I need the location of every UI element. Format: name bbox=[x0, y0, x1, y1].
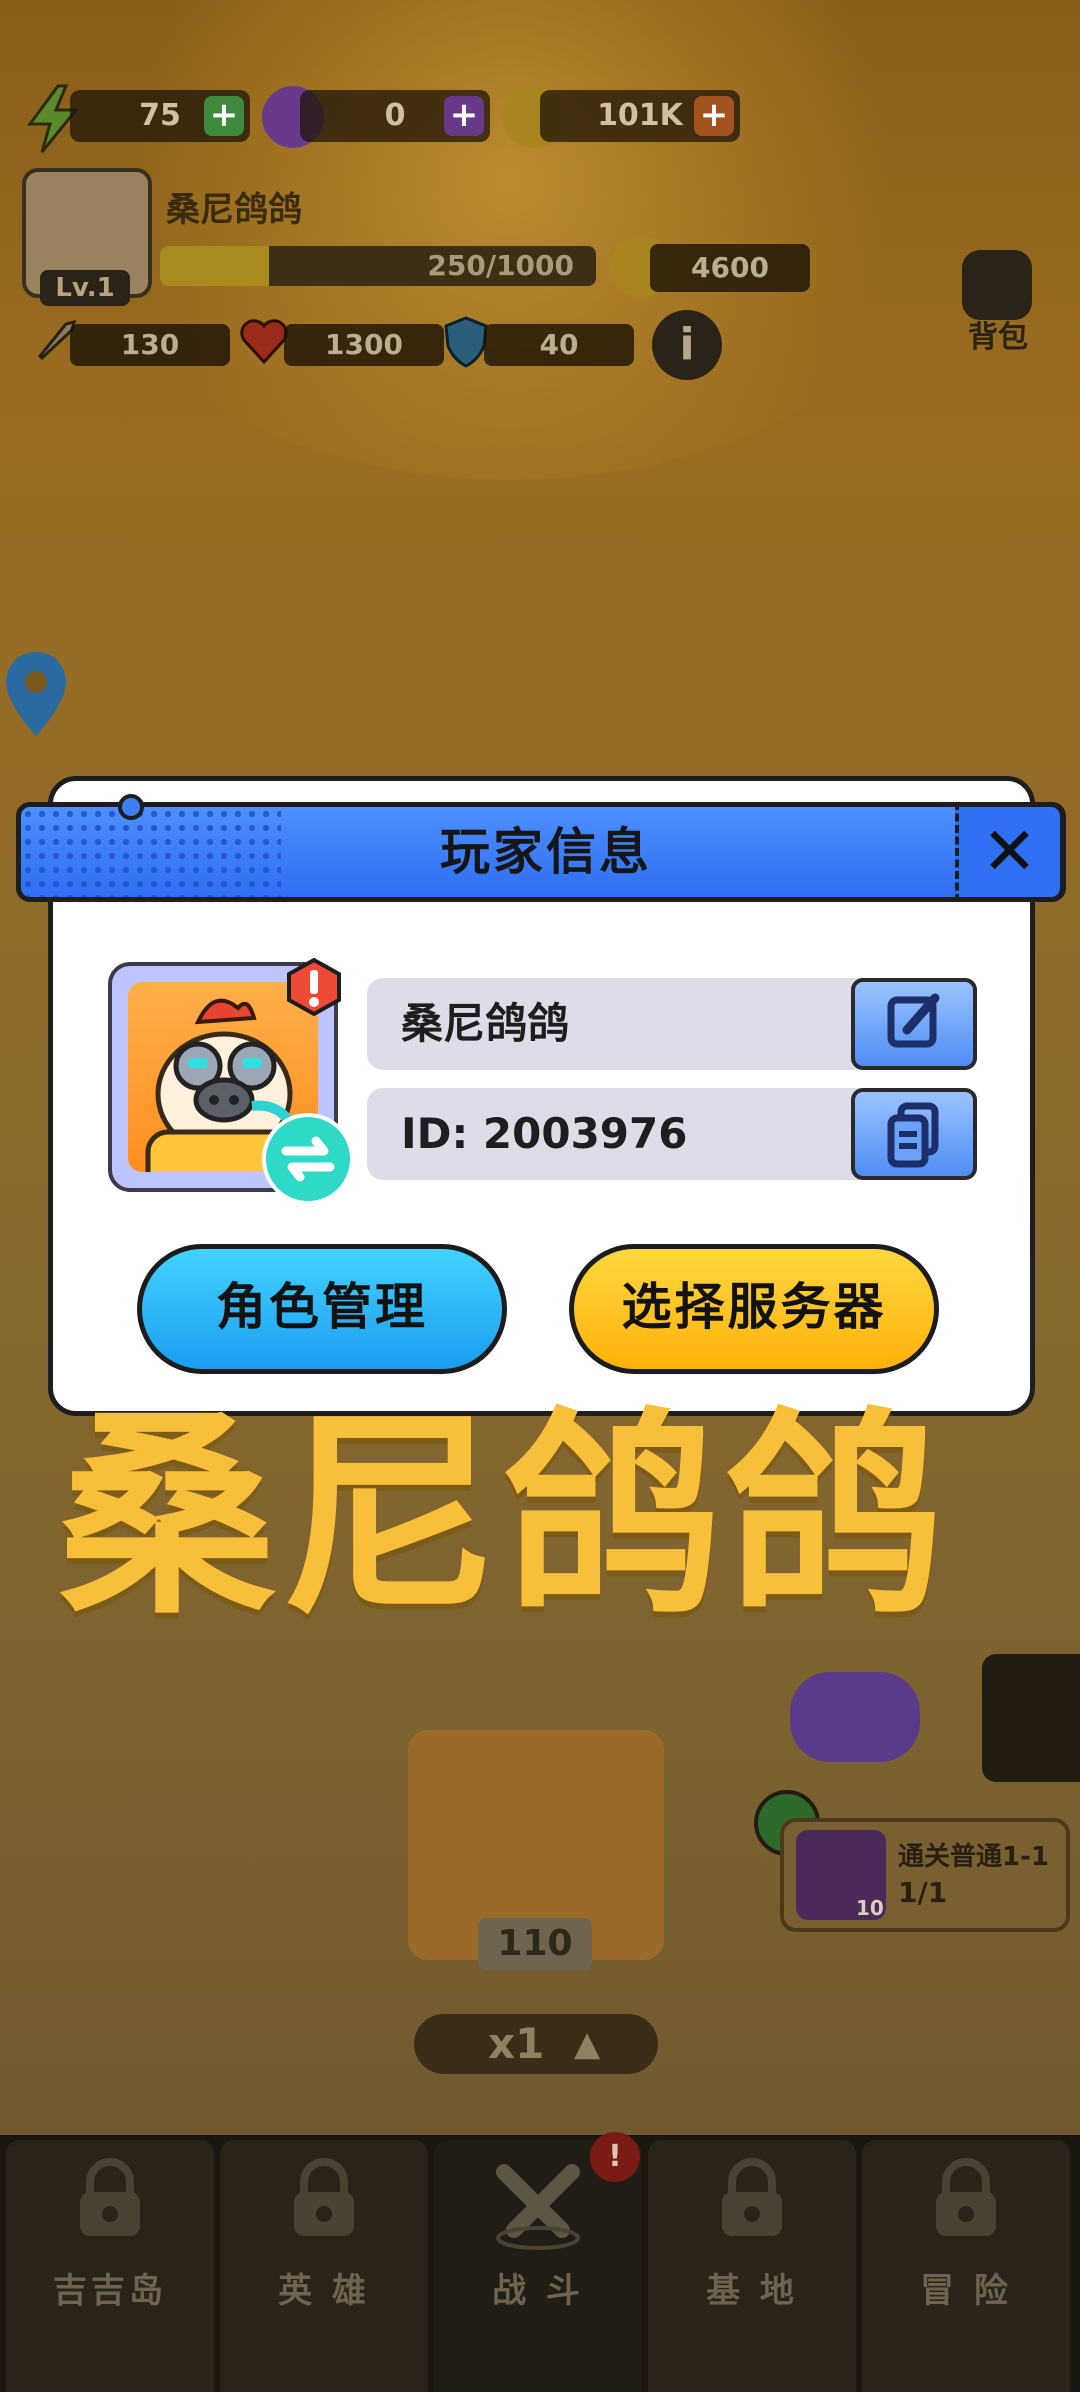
close-button[interactable]: ✕ bbox=[955, 802, 1065, 902]
speed-label: x1 bbox=[488, 2019, 545, 2068]
dialog-title: 玩家信息 bbox=[440, 823, 652, 881]
copy-icon bbox=[887, 1102, 939, 1168]
nav-label: 英 雄 bbox=[278, 2271, 370, 2311]
nav-tab-battle[interactable]: 战 斗 ! bbox=[434, 2132, 642, 2392]
alert-badge-icon: ! bbox=[590, 2132, 640, 2182]
nav-label: 吉吉岛 bbox=[53, 2271, 167, 2311]
exp-value: 250/1000 bbox=[427, 249, 574, 282]
lock-icon bbox=[936, 2158, 996, 2236]
chest-count: 110 bbox=[478, 1918, 592, 1970]
edit-name-button[interactable] bbox=[851, 978, 977, 1070]
swap-avatar-button[interactable] bbox=[262, 1113, 354, 1205]
background-glow bbox=[60, 0, 960, 480]
nav-tab-base[interactable]: 基 地 bbox=[648, 2140, 856, 2392]
map-pin-icon[interactable] bbox=[0, 646, 72, 742]
player-id-value: ID: 2003976 bbox=[401, 1109, 688, 1158]
copy-id-button[interactable] bbox=[851, 1088, 977, 1180]
info-button[interactable]: i bbox=[652, 310, 722, 380]
energy-counter: 75 + bbox=[70, 90, 250, 142]
defense-value: 40 bbox=[484, 324, 634, 366]
lock-icon bbox=[80, 2158, 140, 2236]
gem-counter: 0 + bbox=[300, 90, 490, 142]
player-id-field: ID: 2003976 bbox=[367, 1088, 977, 1180]
player-name-value: 桑尼鸽鸽 bbox=[401, 999, 570, 1048]
backpack-icon bbox=[962, 250, 1032, 320]
hud-level-badge: Lv.1 bbox=[40, 270, 130, 306]
add-coin-button[interactable]: + bbox=[694, 96, 734, 136]
lock-icon bbox=[722, 2158, 782, 2236]
add-energy-button[interactable]: + bbox=[204, 96, 244, 136]
exp-bar-fill bbox=[160, 246, 269, 286]
player-name-field: 桑尼鸽鸽 bbox=[367, 978, 977, 1070]
exp-bar: 250/1000 bbox=[160, 246, 596, 286]
nav-label: 战 斗 bbox=[492, 2271, 584, 2311]
header-rivet-icon bbox=[118, 794, 144, 820]
overlay-caption: 桑尼鸽鸽 bbox=[58, 1391, 946, 1644]
swap-icon bbox=[281, 1136, 335, 1182]
lock-icon bbox=[294, 2158, 354, 2236]
energy-value: 75 bbox=[139, 98, 181, 133]
speed-up-icon: ▲ bbox=[574, 2024, 601, 2064]
add-gem-button[interactable]: + bbox=[444, 96, 484, 136]
select-server-button[interactable]: 选择服务器 bbox=[569, 1244, 939, 1374]
power-value: 4600 bbox=[650, 244, 810, 292]
menu-list-button[interactable] bbox=[982, 1654, 1080, 1782]
alert-badge-icon bbox=[287, 958, 341, 1016]
quest-tracker[interactable]: 10 通关普通1-1 1/1 bbox=[780, 1818, 1070, 1932]
backpack-button[interactable]: 背包 bbox=[948, 250, 1048, 360]
edit-icon bbox=[887, 993, 940, 1048]
role-management-button[interactable]: 角色管理 bbox=[137, 1244, 507, 1374]
speed-toggle[interactable]: x1 ▲ bbox=[414, 2014, 658, 2074]
hud-player-name: 桑尼鸽鸽 bbox=[166, 190, 302, 230]
gamepad-icon[interactable] bbox=[790, 1672, 920, 1762]
quest-title: 通关普通1-1 bbox=[898, 1842, 1049, 1872]
nav-label: 冒 险 bbox=[920, 2271, 1012, 2311]
nav-tab-heroes[interactable]: 英 雄 bbox=[220, 2140, 428, 2392]
gem-value: 0 bbox=[384, 98, 406, 133]
hp-value: 1300 bbox=[284, 324, 444, 366]
attack-value: 130 bbox=[70, 324, 230, 366]
nav-tab-adventure[interactable]: 冒 险 bbox=[862, 2140, 1070, 2392]
coin-counter: 101K + bbox=[540, 90, 740, 142]
nav-label: 基 地 bbox=[706, 2271, 798, 2311]
quest-reward-count: 10 bbox=[856, 1896, 884, 1920]
close-icon: ✕ bbox=[981, 813, 1038, 890]
quest-progress: 1/1 bbox=[898, 1876, 948, 1909]
nav-tab-jiji-island[interactable]: 吉吉岛 bbox=[6, 2140, 214, 2392]
crossed-swords-icon bbox=[496, 2164, 580, 2250]
heart-icon bbox=[238, 316, 290, 366]
backpack-label: 背包 bbox=[968, 320, 1028, 355]
dialog-header: 玩家信息 bbox=[16, 802, 1066, 902]
coin-value: 101K bbox=[597, 98, 683, 133]
